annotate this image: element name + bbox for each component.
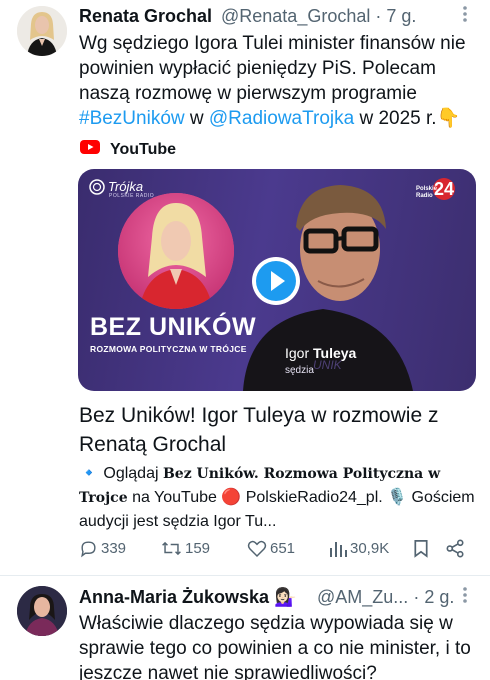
reply-button[interactable]: 339 <box>79 539 126 558</box>
link-description: 🔹 Oglądaj Bez Uników. Rozmowa Polityczna… <box>79 465 475 530</box>
link-title[interactable]: Bez Uników! Igor Tuleya w rozmowie z Ren… <box>79 401 479 459</box>
reply-count: 339 <box>101 540 127 557</box>
retweet-count: 159 <box>185 540 211 557</box>
tweet-time: 7 g. <box>386 6 417 26</box>
retweet-button[interactable]: 159 <box>161 539 210 558</box>
guest-role: sędzia <box>285 365 314 376</box>
bookmark-icon <box>414 540 428 558</box>
share-button[interactable] <box>446 539 465 558</box>
embed-source: YouTube <box>80 140 176 159</box>
play-button-icon[interactable] <box>251 256 301 306</box>
views-count: 30,9K <box>350 540 390 557</box>
reply-icon <box>81 541 96 558</box>
bookmark-button[interactable] <box>413 539 429 558</box>
tweet-divider <box>0 575 490 576</box>
youtube-icon <box>80 140 100 159</box>
guest-name: Igor Tuleya <box>285 345 357 361</box>
heart-icon <box>247 540 267 558</box>
hashtag-link[interactable]: #BezUników <box>79 108 185 129</box>
show-title: BEZ UNIKÓW <box>90 313 257 341</box>
like-button[interactable]: 651 <box>247 539 295 558</box>
author-handle[interactable]: @Renata_Grochal · 7 g. <box>221 6 416 27</box>
brand-subtitle: POLSKIE RADIO <box>109 193 155 199</box>
tipping-hand-emoji: 💁🏻‍♀️ <box>274 587 297 607</box>
youtube-label: YouTube <box>110 140 177 158</box>
reply-author-name[interactable]: Anna-Maria Żukowska 💁🏻‍♀️ <box>79 587 296 608</box>
action-bar: 339 159 651 30,9K <box>79 539 469 561</box>
share-icon <box>446 539 464 558</box>
reply-tweet-text: Właściwie dlaczego sędzia wypowiada się … <box>79 613 471 680</box>
views-button[interactable]: 30,9K <box>329 539 389 558</box>
reply-author-avatar[interactable] <box>17 586 67 636</box>
author-avatar[interactable] <box>17 6 67 56</box>
author-name[interactable]: Renata Grochal <box>79 6 212 27</box>
brand-name: Trójka <box>108 179 144 194</box>
like-count: 651 <box>270 540 296 557</box>
more-dots-icon[interactable] <box>455 583 475 612</box>
station-number: 24 <box>434 179 455 199</box>
reply-time: 2 g. <box>424 587 455 607</box>
mention-link[interactable]: @RadiowaTrojka <box>209 108 354 129</box>
tweet-text: Wg sędziego Igora Tulei minister finansó… <box>79 33 466 129</box>
retweet-icon <box>162 541 181 556</box>
more-dots-icon[interactable] <box>455 2 475 31</box>
show-subtitle: ROZMOWA POLITYCZNA W TRÓJCE <box>90 344 247 354</box>
reply-author-handle[interactable]: @AM_Zu... · 2 g. <box>317 587 454 608</box>
pointing-down-emoji: 👇 <box>436 108 461 129</box>
views-icon <box>330 542 347 557</box>
video-thumbnail[interactable]: UNIK Trójka POLSKIE RADIO Polskie Radio 2… <box>78 169 476 391</box>
